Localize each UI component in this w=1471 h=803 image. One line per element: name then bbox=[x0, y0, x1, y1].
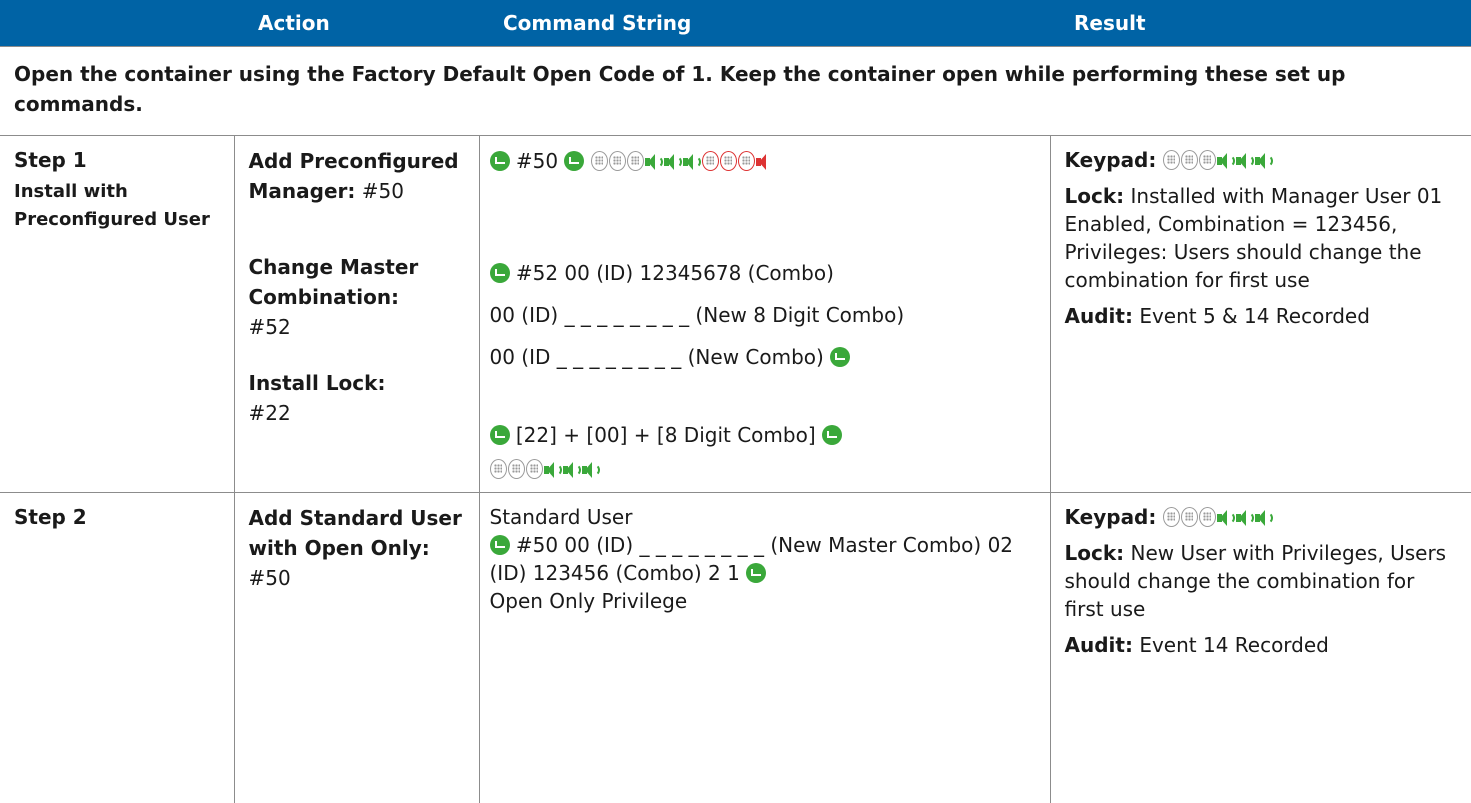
step-title: Step 1 bbox=[14, 147, 87, 172]
keypad-flash-icon bbox=[701, 150, 719, 171]
keypad-flash-icon bbox=[737, 150, 755, 171]
action-item: Add Standard User with Open Only: #50 bbox=[249, 503, 465, 593]
enter-icon bbox=[821, 424, 842, 445]
command-line: #50 bbox=[489, 146, 1036, 176]
enter-icon bbox=[746, 562, 767, 583]
beep-icon bbox=[543, 461, 562, 478]
lock-label: Lock: bbox=[1064, 183, 1125, 208]
command-line: Open Only Privilege bbox=[489, 588, 688, 613]
beep-icon bbox=[1235, 152, 1254, 169]
error-beep-icon bbox=[755, 153, 774, 170]
result-audit: Audit: Event 5 & 14 Recorded bbox=[1065, 302, 1458, 330]
beep-icon bbox=[1216, 152, 1235, 169]
enter-icon bbox=[489, 534, 510, 555]
step-title: Step 2 bbox=[14, 504, 87, 529]
header-action: Action bbox=[234, 0, 479, 46]
beep-icon bbox=[581, 461, 600, 478]
command-text: [22] + [00] + [8 Digit Combo] bbox=[515, 422, 816, 447]
action-cell: Add Standard User with Open Only: #50 bbox=[233, 491, 480, 803]
setup-note: Open the container using the Factory Def… bbox=[0, 45, 1471, 136]
keypad-flash-icon bbox=[507, 458, 525, 479]
action-label: Add Standard User with Open Only: bbox=[248, 505, 462, 560]
command-code: #50 bbox=[515, 148, 559, 173]
beep-icon bbox=[1235, 509, 1254, 526]
result-lock: Lock: Installed with Manager User 01 Ena… bbox=[1065, 182, 1458, 294]
keypad-flash-icon bbox=[1162, 149, 1180, 170]
command-cell: Standard User #50 00 (ID) _ _ _ _ _ _ _ … bbox=[478, 491, 1051, 803]
result-keypad: Keypad: bbox=[1065, 503, 1458, 531]
keypad-label: Keypad: bbox=[1064, 504, 1157, 529]
action-label: Change Master Combination: bbox=[248, 254, 419, 309]
keypad-flash-icon bbox=[1198, 506, 1216, 527]
keypad-flash-icon bbox=[1198, 149, 1216, 170]
result-keypad: Keypad: bbox=[1065, 146, 1458, 174]
result-lock: Lock: New User with Privileges, Users sh… bbox=[1065, 539, 1458, 623]
keypad-flash-icon bbox=[1180, 506, 1198, 527]
keypad-flash-icon bbox=[590, 150, 608, 171]
action-cell: Add Preconfigured Manager: #50 Change Ma… bbox=[233, 134, 480, 493]
enter-icon bbox=[830, 346, 851, 367]
beep-icon bbox=[562, 461, 581, 478]
action-code: #50 bbox=[361, 178, 404, 203]
enter-icon bbox=[489, 424, 510, 445]
command-line: #52 00 (ID) 12345678 (Combo) bbox=[489, 258, 1036, 288]
keypad-flash-icon bbox=[1180, 149, 1198, 170]
beep-icon bbox=[644, 153, 663, 170]
result-audit: Audit: Event 14 Recorded bbox=[1065, 631, 1458, 659]
beep-icon bbox=[1216, 509, 1235, 526]
step-cell: Step 2 bbox=[0, 491, 235, 803]
step-cell: Step 1 Install with Preconfigured User bbox=[0, 134, 235, 493]
keypad-feedback-icons bbox=[1162, 146, 1274, 174]
command-line: [22] + [00] + [8 Digit Combo] bbox=[489, 420, 1036, 450]
command-text: #52 00 (ID) 12345678 (Combo) bbox=[515, 260, 834, 285]
beep-icon bbox=[663, 153, 682, 170]
command-line: #50 00 (ID) _ _ _ _ _ _ _ _ (New Master … bbox=[489, 531, 1036, 587]
enter-icon bbox=[489, 262, 510, 283]
result-cell: Keypad: Lock: Installed with Manager Use… bbox=[1049, 134, 1471, 493]
note-row: Open the container using the Factory Def… bbox=[0, 45, 1471, 136]
keypad-feedback-icons bbox=[489, 454, 1036, 484]
table-header-row: Action Command String Result bbox=[0, 0, 1471, 46]
beep-icon bbox=[1254, 152, 1273, 169]
keypad-flash-icon bbox=[608, 150, 626, 171]
keypad-flash-icon bbox=[1162, 506, 1180, 527]
action-code: #52 bbox=[248, 314, 291, 339]
setup-commands-table: Action Command String Result Open the co… bbox=[0, 0, 1471, 803]
audit-text: Event 5 & 14 Recorded bbox=[1139, 303, 1370, 328]
command-cell: #50 #52 00 (ID) 12345678 (Combo) 00 (ID)… bbox=[478, 134, 1051, 493]
audit-label: Audit: bbox=[1064, 632, 1133, 657]
action-item: Install Lock: #22 bbox=[249, 368, 465, 428]
header-step bbox=[0, 0, 234, 46]
keypad-flash-icon bbox=[525, 458, 543, 479]
action-label: Install Lock: bbox=[248, 370, 386, 395]
enter-icon bbox=[564, 150, 585, 171]
enter-icon bbox=[489, 150, 510, 171]
keypad-feedback-icons bbox=[1162, 503, 1274, 531]
audit-label: Audit: bbox=[1064, 303, 1133, 328]
command-line: 00 (ID _ _ _ _ _ _ _ _ (New Combo) bbox=[490, 342, 1036, 372]
command-text: 00 (ID _ _ _ _ _ _ _ _ (New Combo) bbox=[489, 344, 824, 369]
header-command-string: Command String bbox=[479, 0, 1050, 46]
action-item: Change Master Combination: #52 bbox=[249, 252, 465, 342]
step-subtitle: Install with Preconfigured User bbox=[14, 180, 210, 230]
result-cell: Keypad: Lock: New User with Privileges, … bbox=[1049, 491, 1471, 803]
action-code: #50 bbox=[248, 565, 291, 590]
lock-label: Lock: bbox=[1064, 540, 1125, 565]
keypad-flash-icon bbox=[626, 150, 644, 171]
beep-icon bbox=[682, 153, 701, 170]
command-line: 00 (ID) _ _ _ _ _ _ _ _ (New 8 Digit Com… bbox=[489, 302, 905, 327]
table-row: Step 2 Add Standard User with Open Only:… bbox=[0, 491, 1471, 803]
beep-icon bbox=[1254, 509, 1273, 526]
header-result: Result bbox=[1050, 0, 1471, 46]
action-code: #22 bbox=[248, 400, 291, 425]
keypad-flash-icon bbox=[719, 150, 737, 171]
table-row: Step 1 Install with Preconfigured User A… bbox=[0, 134, 1471, 493]
command-line: Standard User bbox=[489, 504, 633, 529]
action-item: Add Preconfigured Manager: #50 bbox=[249, 146, 465, 206]
keypad-feedback-icons bbox=[590, 146, 775, 176]
keypad-label: Keypad: bbox=[1064, 147, 1157, 172]
audit-text: Event 14 Recorded bbox=[1139, 632, 1329, 657]
action-label: Add Preconfigured Manager: bbox=[248, 148, 459, 203]
keypad-flash-icon bbox=[489, 458, 507, 479]
